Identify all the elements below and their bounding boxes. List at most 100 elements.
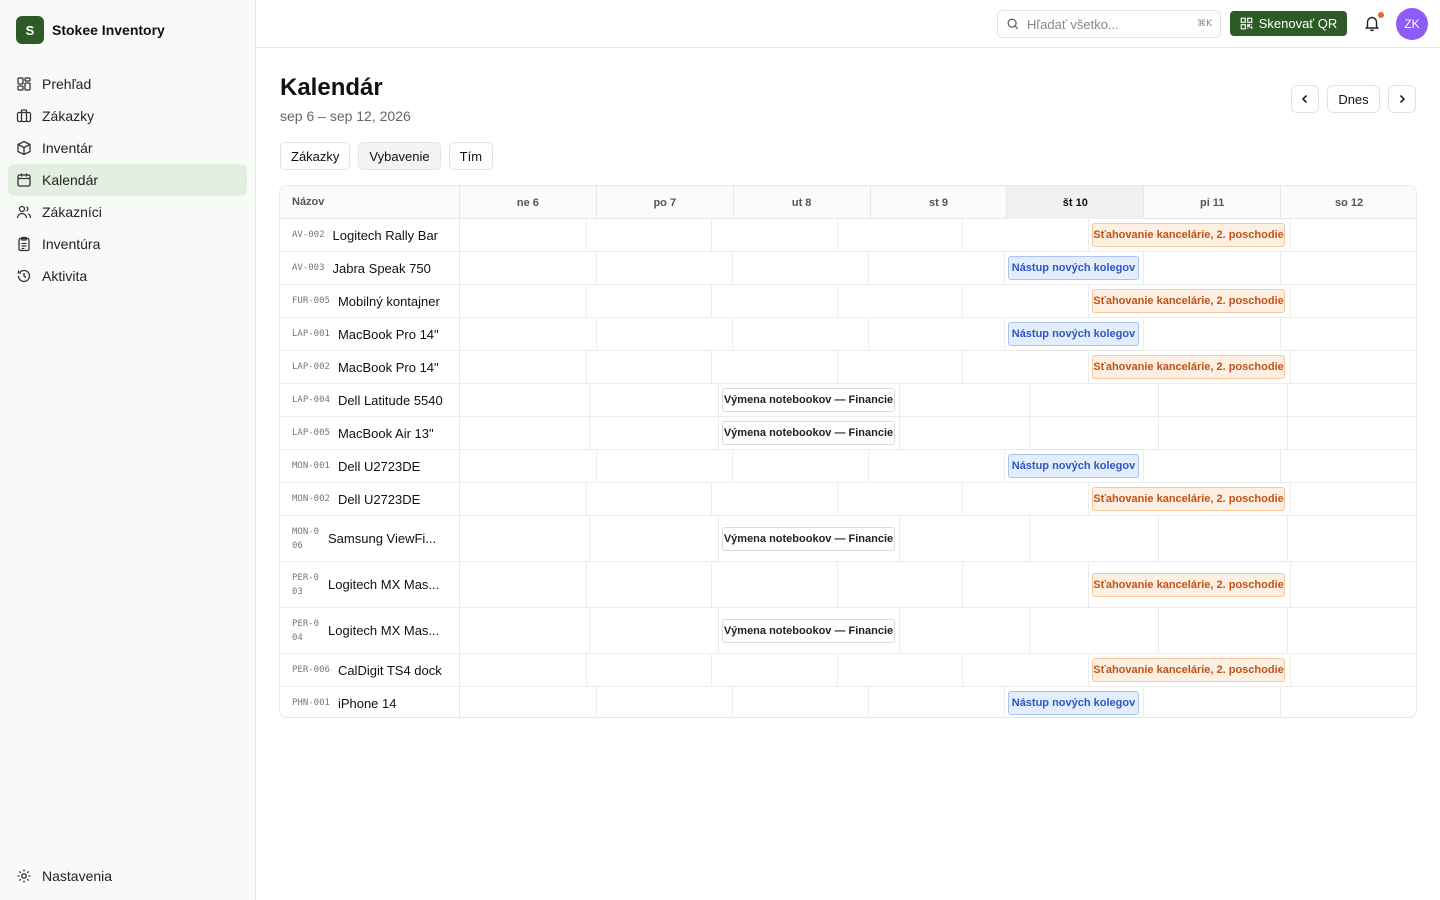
table-row[interactable]: AV-003 Jabra Speak 750 Nástup nových koleg… — [280, 252, 1416, 285]
cell-divider — [1158, 516, 1159, 561]
item-sku: LAP-001 — [292, 329, 330, 339]
sidebar-bottom: Nastavenia — [8, 860, 247, 892]
table-row[interactable]: FUR-005 Mobilný kontajner Sťahovanie kance… — [280, 285, 1416, 318]
calendar-grid: Názov ne 6 po 7 ut 8st 9 št 10 pi 11 so 12 AV… — [279, 185, 1417, 718]
event-block[interactable]: Nástup nových kolegov — [1008, 256, 1139, 280]
dashboard-icon — [16, 76, 32, 92]
cell-divider — [1287, 608, 1288, 653]
event-block[interactable]: Nástup nových kolegov — [1008, 691, 1139, 715]
sidebar-item-settings[interactable]: Nastavenia — [8, 860, 247, 892]
event-block[interactable]: Sťahovanie kancelárie, 2. poschodie — [1092, 289, 1285, 313]
sidebar-item-zakazky[interactable]: Zákazky — [8, 100, 247, 132]
item-sku: MON-001 — [292, 461, 330, 471]
event-block[interactable]: Sťahovanie kancelárie, 2. poschodie — [1092, 223, 1285, 247]
cell-divider — [711, 219, 712, 251]
sidebar-item-prehlad[interactable]: Prehľad — [8, 68, 247, 100]
sidebar-item-kalendar[interactable]: Kalendár — [8, 164, 247, 196]
item-name: MacBook Pro 14" — [337, 359, 439, 375]
sidebar-item-zakaznici[interactable]: Zákazníci — [8, 196, 247, 228]
row-item[interactable]: AV-002 Logitech Rally Bar — [280, 219, 460, 251]
brand[interactable]: S Stokee Inventory — [16, 16, 165, 44]
cell-divider — [586, 219, 587, 251]
event-block[interactable]: Nástup nových kolegov — [1008, 454, 1139, 478]
cell-divider — [899, 417, 900, 449]
search-shortcut: ⌘K — [1197, 19, 1212, 29]
row-item[interactable]: LAP-002 MacBook Pro 14" — [280, 351, 460, 383]
search-box[interactable]: ⌘K — [997, 10, 1221, 38]
row-item[interactable]: PER-004 Logitech MX Mas... — [280, 608, 460, 653]
event-block[interactable]: Sťahovanie kancelárie, 2. poschodie — [1092, 572, 1285, 597]
filter-zakazky[interactable]: Zákazky — [280, 142, 351, 170]
cell-divider — [1029, 608, 1030, 653]
row-item[interactable]: PHN-001 iPhone 14 — [280, 687, 460, 717]
prev-week-button[interactable] — [1291, 85, 1319, 113]
table-row[interactable]: PHN-001 iPhone 14 Nástup nových kolegov — [280, 687, 1416, 717]
sidebar-nav: Prehľad Zákazky Inventár Kalendár Zákazn… — [8, 68, 247, 292]
row-item[interactable]: AV-003 Jabra Speak 750 — [280, 252, 460, 284]
sidebar-item-inventura[interactable]: Inventúra — [8, 228, 247, 260]
cell-divider — [718, 516, 719, 561]
event-block[interactable]: Výmena notebookov — Financie — [722, 388, 895, 412]
search-input[interactable] — [1027, 16, 1177, 32]
sidebar-item-inventar[interactable]: Inventár — [8, 132, 247, 164]
event-block[interactable]: Sťahovanie kancelárie, 2. poschodie — [1092, 355, 1285, 379]
item-sku: PER-003 — [292, 572, 320, 597]
table-row[interactable]: PER-003 Logitech MX Mas... Sťahovanie kanc… — [280, 562, 1416, 608]
cell-divider — [899, 384, 900, 416]
cell-divider — [1287, 384, 1288, 416]
event-block[interactable]: Sťahovanie kancelárie, 2. poschodie — [1092, 487, 1285, 511]
event-block[interactable]: Nástup nových kolegov — [1008, 322, 1139, 346]
event-block[interactable]: Výmena notebookov — Financie — [722, 618, 895, 643]
table-row[interactable]: LAP-005 MacBook Air 13" Výmena notebookov … — [280, 417, 1416, 450]
scan-qr-label: Skenovať QR — [1258, 16, 1338, 31]
today-button[interactable]: Dnes — [1327, 85, 1380, 113]
table-row[interactable]: LAP-001 MacBook Pro 14" Nástup nových kole… — [280, 318, 1416, 351]
table-row[interactable]: MON-002 Dell U2723DE Sťahovanie kancelárie… — [280, 483, 1416, 516]
table-row[interactable]: LAP-004 Dell Latitude 5540 Výmena notebook… — [280, 384, 1416, 417]
avatar[interactable]: ZK — [1396, 8, 1428, 40]
event-block[interactable]: Výmena notebookov — Financie — [722, 421, 895, 445]
table-row[interactable]: MON-006 Samsung ViewFi... Výmena notebooko… — [280, 516, 1416, 562]
day-header: po 7 — [597, 186, 734, 219]
cell-divider — [1004, 318, 1005, 350]
row-item[interactable]: MON-002 Dell U2723DE — [280, 483, 460, 515]
row-cells: Sťahovanie kancelárie, 2. poschodie — [460, 654, 1416, 686]
filter-vybavenie[interactable]: Vybavenie — [358, 142, 441, 170]
item-sku: FUR-005 — [292, 296, 330, 306]
brand-name: Stokee Inventory — [52, 22, 165, 38]
row-item[interactable]: PER-006 CalDigit TS4 dock — [280, 654, 460, 686]
table-row[interactable]: PER-006 CalDigit TS4 dock Sťahovanie kance… — [280, 654, 1416, 687]
table-row[interactable]: MON-001 Dell U2723DE Nástup nových kolegov — [280, 450, 1416, 483]
row-item[interactable]: PER-003 Logitech MX Mas... — [280, 562, 460, 607]
event-block[interactable]: Sťahovanie kancelárie, 2. poschodie — [1092, 658, 1285, 682]
cell-divider — [1029, 384, 1030, 416]
row-item[interactable]: MON-006 Samsung ViewFi... — [280, 516, 460, 561]
table-row[interactable]: LAP-002 MacBook Pro 14" Sťahovanie kancelá… — [280, 351, 1416, 384]
sidebar-item-label: Prehľad — [42, 76, 92, 92]
filter-tim[interactable]: Tím — [448, 142, 494, 170]
next-week-button[interactable] — [1388, 85, 1416, 113]
row-item[interactable]: LAP-001 MacBook Pro 14" — [280, 318, 460, 350]
row-item[interactable]: LAP-005 MacBook Air 13" — [280, 417, 460, 449]
cell-divider — [1088, 285, 1089, 317]
row-cells: Nástup nových kolegov — [460, 687, 1416, 717]
item-name: Logitech Rally Bar — [332, 227, 439, 243]
event-block[interactable]: Výmena notebookov — Financie — [722, 526, 895, 551]
row-cells: Sťahovanie kancelárie, 2. poschodie — [460, 219, 1416, 251]
row-item[interactable]: MON-001 Dell U2723DE — [280, 450, 460, 482]
sidebar-item-label: Zákazky — [42, 108, 95, 124]
table-row[interactable]: PER-004 Logitech MX Mas... Výmena notebook… — [280, 608, 1416, 654]
cell-divider — [586, 483, 587, 515]
cell-divider — [586, 285, 587, 317]
row-item[interactable]: LAP-004 Dell Latitude 5540 — [280, 384, 460, 416]
day-header: st 9 — [871, 186, 1008, 219]
cell-divider — [711, 351, 712, 383]
table-row[interactable]: AV-002 Logitech Rally Bar Sťahovanie kance… — [280, 219, 1416, 252]
cell-divider — [962, 219, 963, 251]
sidebar-item-aktivita[interactable]: Aktivita — [8, 260, 247, 292]
row-item[interactable]: FUR-005 Mobilný kontajner — [280, 285, 460, 317]
scan-qr-button[interactable]: Skenovať QR — [1230, 11, 1347, 36]
box-icon — [16, 140, 32, 156]
cell-divider — [837, 654, 838, 686]
cell-divider — [1158, 384, 1159, 416]
